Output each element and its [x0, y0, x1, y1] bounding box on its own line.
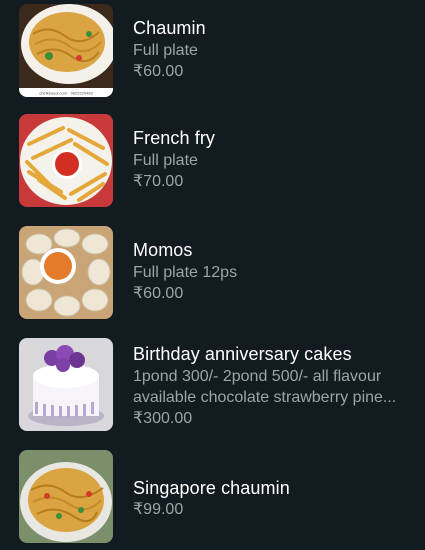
- product-info: Chaumin Full plate ₹60.00: [133, 17, 413, 82]
- product-name: Chaumin: [133, 18, 206, 38]
- product-description: Full plate: [133, 42, 198, 59]
- product-info: Momos Full plate 12ps ₹60.00: [133, 239, 413, 304]
- fries-image: [19, 114, 113, 207]
- product-name: French fry: [133, 128, 216, 148]
- product-info: Birthday anniversary cakes 1pond 300/- 2…: [133, 343, 413, 429]
- list-item-chaumin[interactable]: chefkirasoi.com · 9825220483 Chaumin Ful…: [0, 4, 425, 97]
- product-info: French fry Full plate ₹70.00: [133, 127, 413, 192]
- watermark-text: chefkirasoi.com · 9825220483: [39, 91, 93, 96]
- list-item-french-fry[interactable]: French fry Full plate ₹70.00: [0, 114, 425, 207]
- list-item-singapore-chaumin[interactable]: Singapore chaumin ₹99.00: [0, 450, 425, 543]
- product-price: ₹60.00: [133, 285, 184, 302]
- product-price: ₹99.00: [133, 501, 184, 518]
- noodles-image: chefkirasoi.com · 9825220483: [19, 4, 113, 97]
- product-image-cake[interactable]: [19, 338, 113, 431]
- product-image-singapore-chaumin[interactable]: [19, 450, 113, 543]
- product-description: 1pond 300/- 2pond 500/- all flavour avai…: [133, 368, 397, 406]
- product-image-chaumin[interactable]: chefkirasoi.com · 9825220483: [19, 4, 113, 97]
- singapore-noodles-image: [19, 450, 113, 543]
- product-name: Momos: [133, 240, 193, 260]
- product-price: ₹70.00: [133, 173, 184, 190]
- list-item-momos[interactable]: Momos Full plate 12ps ₹60.00: [0, 226, 425, 319]
- product-name: Singapore chaumin: [133, 478, 290, 498]
- product-description: Full plate: [133, 152, 198, 169]
- momos-image: [19, 226, 113, 319]
- product-image-french-fry[interactable]: [19, 114, 113, 207]
- product-image-momos[interactable]: [19, 226, 113, 319]
- product-name: Birthday anniversary cakes: [133, 344, 352, 364]
- product-price: ₹60.00: [133, 63, 184, 80]
- product-list: chefkirasoi.com · 9825220483 Chaumin Ful…: [0, 0, 425, 550]
- cake-image: [19, 338, 113, 431]
- list-item-birthday-cakes[interactable]: Birthday anniversary cakes 1pond 300/- 2…: [0, 338, 425, 431]
- product-info: Singapore chaumin ₹99.00: [133, 477, 413, 520]
- product-description: Full plate 12ps: [133, 264, 238, 281]
- product-price: ₹300.00: [133, 410, 193, 427]
